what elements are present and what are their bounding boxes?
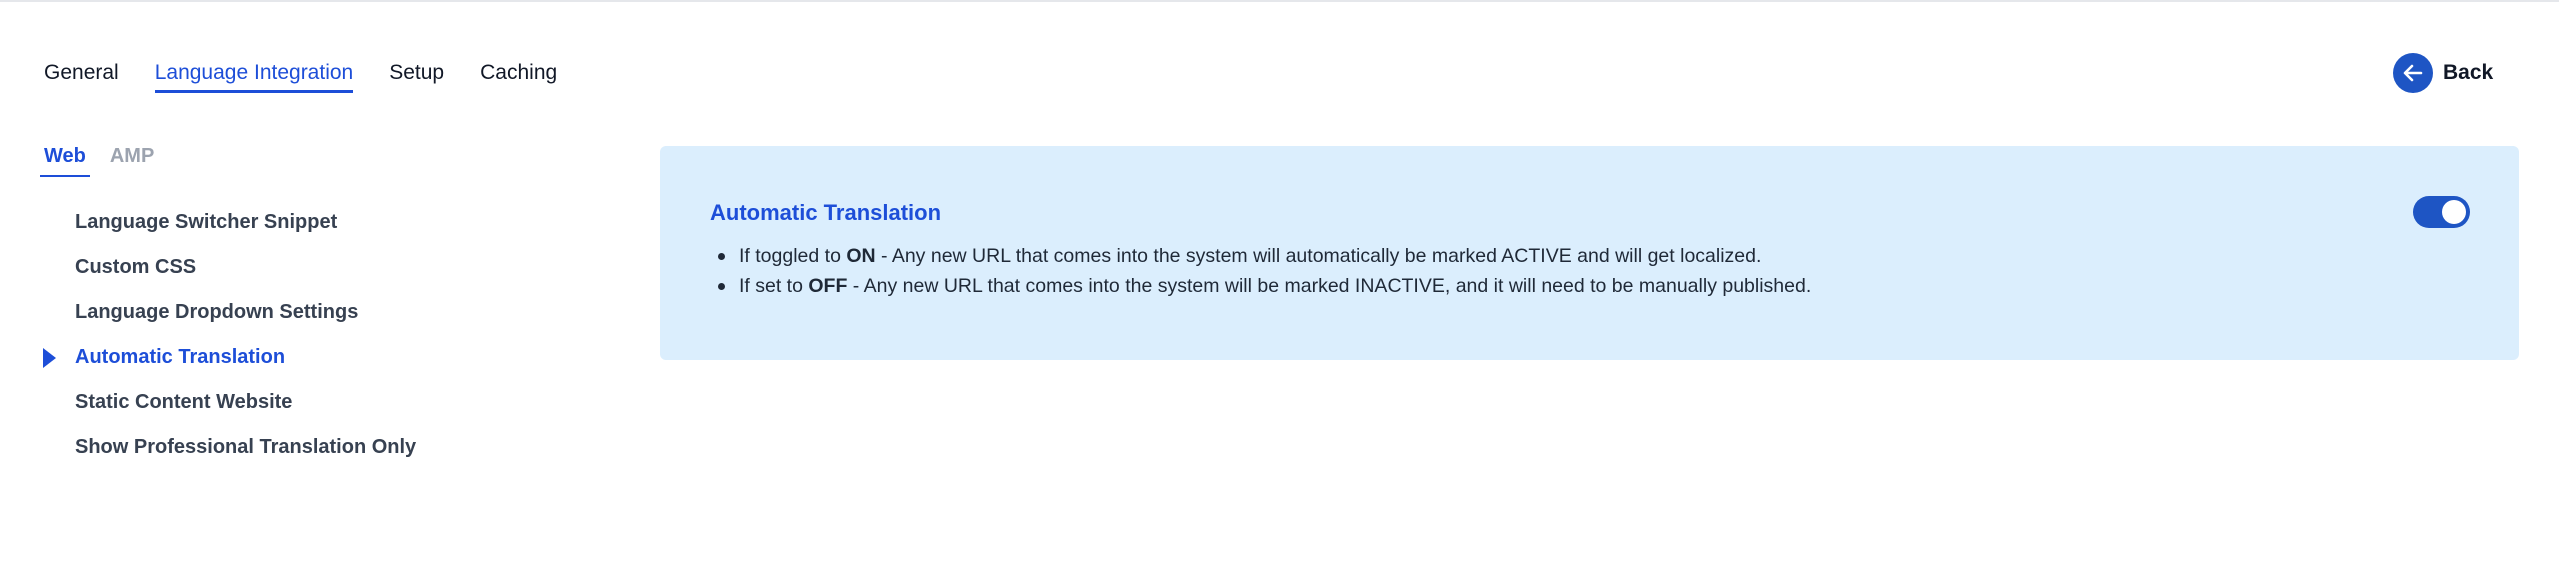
tab-general[interactable]: General xyxy=(44,60,119,93)
tab-language-integration[interactable]: Language Integration xyxy=(154,60,354,93)
back-button[interactable]: Back xyxy=(2393,53,2493,93)
menu-item-static-content-website[interactable]: Static Content Website xyxy=(40,387,560,432)
subtab-amp[interactable]: AMP xyxy=(106,143,158,177)
settings-menu: Language Switcher Snippet Custom CSS Lan… xyxy=(40,207,560,477)
automatic-translation-toggle[interactable] xyxy=(2413,196,2470,228)
top-divider xyxy=(0,0,2559,2)
menu-item-custom-css[interactable]: Custom CSS xyxy=(40,252,560,297)
menu-item-language-dropdown-settings[interactable]: Language Dropdown Settings xyxy=(40,297,560,342)
description-list: If toggled to ON - Any new URL that come… xyxy=(710,241,1811,301)
menu-item-automatic-translation[interactable]: Automatic Translation xyxy=(40,342,560,387)
list-item: If set to OFF - Any new URL that comes i… xyxy=(710,271,1811,301)
caret-right-icon xyxy=(43,348,56,368)
menu-item-language-switcher-snippet[interactable]: Language Switcher Snippet xyxy=(40,207,560,252)
back-label: Back xyxy=(2443,61,2494,84)
arrow-left-icon xyxy=(2393,53,2433,93)
menu-item-label: Automatic Translation xyxy=(75,346,286,368)
tab-setup[interactable]: Setup xyxy=(389,60,444,93)
automatic-translation-panel: Automatic Translation If toggled to ON -… xyxy=(660,146,2519,360)
main-tabs: General Language Integration Setup Cachi… xyxy=(44,60,593,93)
toggle-knob xyxy=(2442,200,2466,224)
menu-item-show-professional-translation-only[interactable]: Show Professional Translation Only xyxy=(40,432,560,477)
tab-caching[interactable]: Caching xyxy=(480,60,557,93)
subtab-web[interactable]: Web xyxy=(40,143,90,177)
panel-title: Automatic Translation xyxy=(710,200,942,225)
list-item: If toggled to ON - Any new URL that come… xyxy=(710,241,1811,271)
sub-tabs: Web AMP xyxy=(40,143,174,177)
